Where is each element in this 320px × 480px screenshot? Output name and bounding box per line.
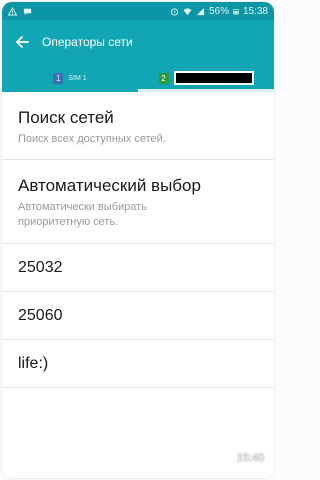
- chat-icon: [23, 8, 32, 15]
- operator-name: 25032: [18, 258, 63, 276]
- sim-1-badge: 1: [53, 72, 64, 84]
- operator-name: 25060: [18, 306, 63, 324]
- status-right-icons: 56% 15:38: [170, 6, 268, 17]
- status-bar: 56% 15:38: [2, 2, 274, 20]
- battery-icon: [233, 8, 239, 14]
- arrow-left-icon[interactable]: [14, 34, 30, 50]
- auto-select-item[interactable]: Автоматический выбор Автоматически выбир…: [2, 160, 274, 244]
- status-left-icons: [8, 6, 32, 16]
- redacted-operator-name: [173, 71, 254, 85]
- status-time: 15:38: [242, 5, 268, 17]
- search-networks-item[interactable]: Поиск сетей Поиск всех доступных сетей.: [2, 92, 274, 160]
- warning-icon: [8, 6, 17, 16]
- tab-sim-1-label: SIM 1: [68, 74, 87, 82]
- operator-name: life:): [18, 354, 49, 372]
- tab-sim-1[interactable]: 1 SIM 1: [2, 64, 138, 92]
- phone-screen: 56% 15:38 Операторы сети 1 SIM 1 2 Поиск…: [2, 2, 274, 478]
- battery-percent: 56%: [208, 5, 229, 17]
- search-networks-title: Поиск сетей: [18, 108, 114, 127]
- operator-item[interactable]: 25032: [2, 244, 274, 292]
- operator-item[interactable]: 25060: [2, 292, 274, 340]
- signal-icon: [196, 7, 205, 15]
- auto-select-subtitle: Автоматически выбирать приоритетную сеть…: [18, 201, 147, 228]
- alarm-icon: [170, 7, 179, 16]
- sim-tabs: 1 SIM 1 2: [2, 64, 274, 92]
- app-bar: Операторы сети: [2, 20, 274, 64]
- overlay-timestamp: 15:40: [236, 452, 264, 464]
- network-options-list: Поиск сетей Поиск всех доступных сетей. …: [2, 92, 274, 388]
- sim-2-badge: 2: [158, 72, 169, 84]
- tab-sim-2[interactable]: 2: [138, 64, 274, 92]
- auto-select-title: Автоматический выбор: [18, 176, 201, 195]
- wifi-icon: [183, 7, 192, 15]
- search-networks-subtitle: Поиск всех доступных сетей.: [18, 133, 166, 145]
- operator-item[interactable]: life:): [2, 340, 274, 388]
- page-title: Операторы сети: [42, 35, 133, 49]
